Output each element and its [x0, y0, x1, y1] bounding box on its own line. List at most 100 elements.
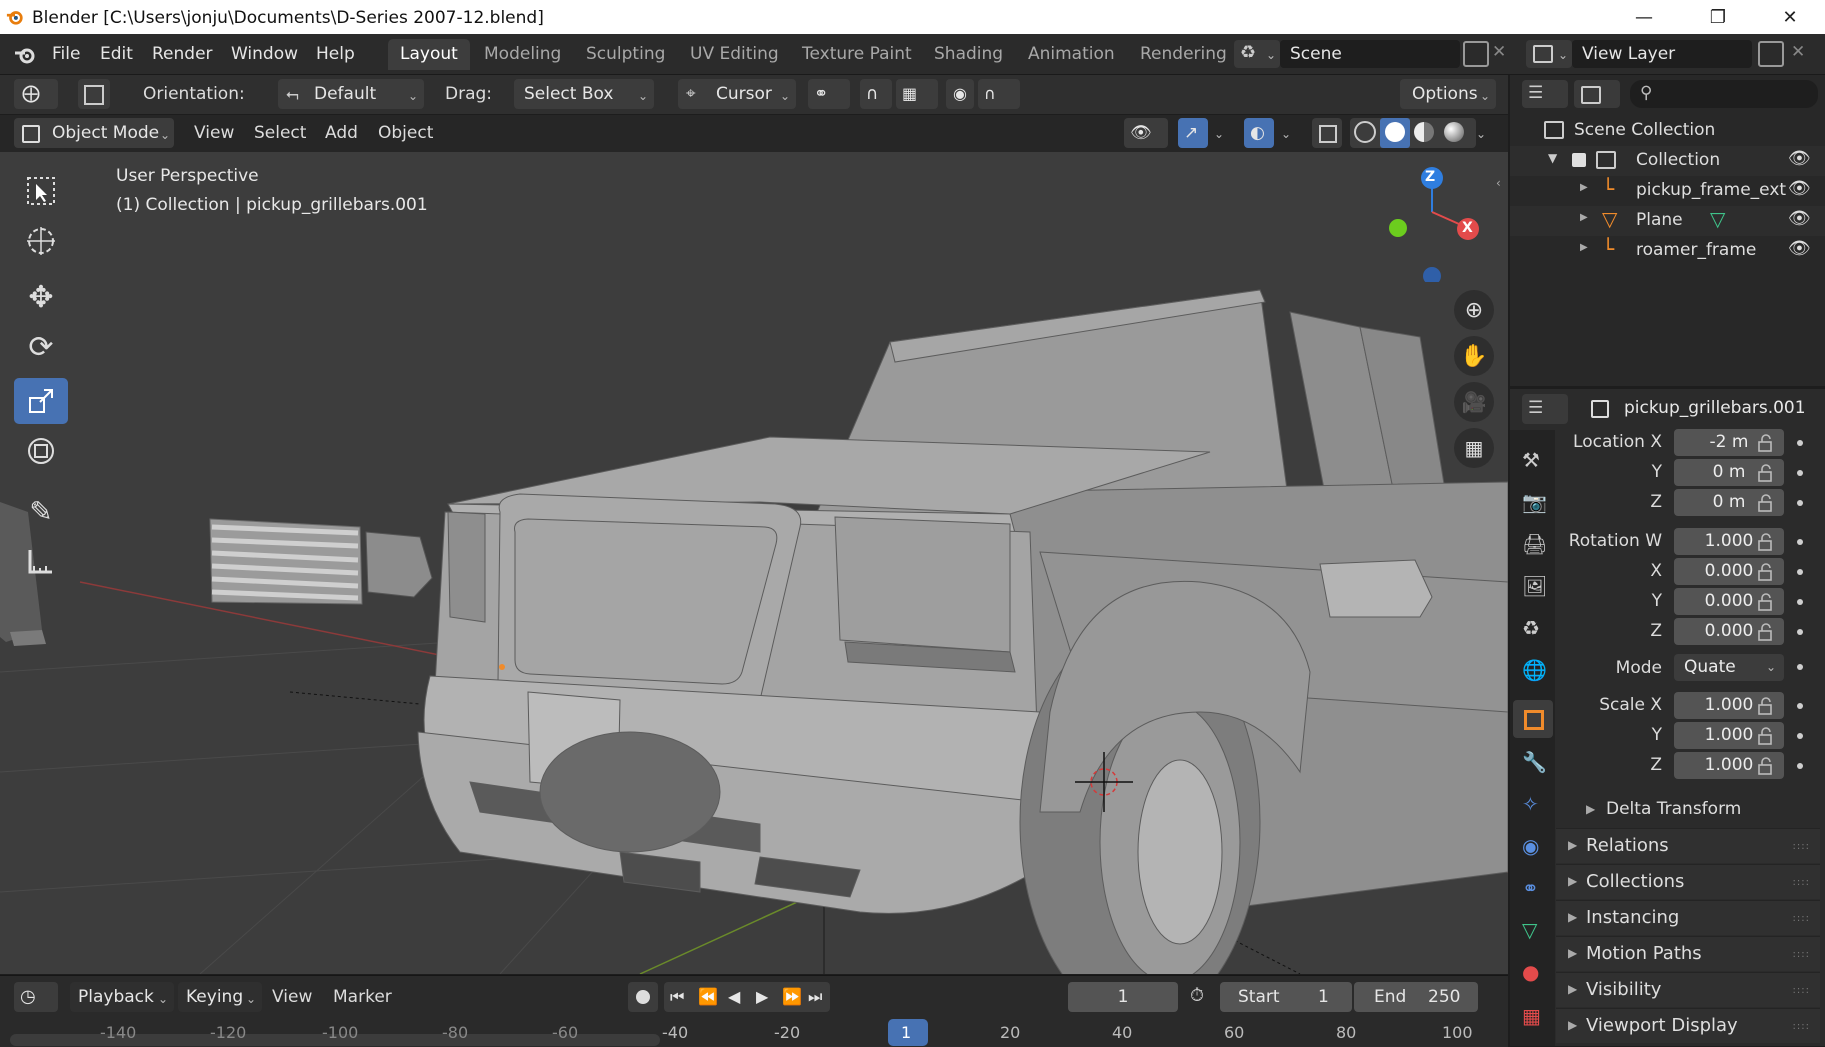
sidebar-toggle-icon[interactable]: ‹: [1496, 176, 1501, 190]
wireframe-shading-icon[interactable]: [1354, 121, 1376, 143]
panel-visibility[interactable]: ▶ Visibility::::: [1556, 972, 1820, 1007]
outliner-row-scene-collection[interactable]: Scene Collection: [1510, 116, 1825, 146]
tab-material-icon[interactable]: ●: [1522, 960, 1539, 984]
eye-icon[interactable]: 👁: [1788, 208, 1811, 229]
end-frame-field[interactable]: End 250: [1354, 982, 1478, 1012]
properties-editor-type[interactable]: ☰: [1522, 394, 1568, 424]
keying-dropdown[interactable]: Keying ⌄: [178, 982, 262, 1012]
proportional-edit-toggle[interactable]: ◉: [946, 79, 974, 109]
falloff-dropdown[interactable]: ∩: [978, 79, 1020, 109]
lock-icon[interactable]: [1756, 697, 1778, 715]
panel-instancing[interactable]: ▶ Instancing::::: [1556, 900, 1820, 935]
panel-delta-transform[interactable]: ▶ Delta Transform: [1572, 796, 1812, 824]
mesh-data-icon[interactable]: ▽: [1710, 207, 1725, 231]
drag-grip-icon[interactable]: ::::: [1793, 949, 1810, 960]
rotation-mode-dropdown[interactable]: Quate ⌄: [1674, 654, 1784, 681]
tab-uv-editing[interactable]: UV Editing: [678, 39, 791, 70]
scene-browse-button[interactable]: ♻ ⌄: [1234, 40, 1280, 68]
outliner-row-plane[interactable]: ▶ ▽ Plane ▽ 👁: [1510, 206, 1825, 236]
menu-object[interactable]: Object: [378, 123, 433, 143]
options-dropdown[interactable]: Options ⌄: [1400, 79, 1496, 109]
playback-controls[interactable]: ⏮ ⏪ ◀ ▶ ⏩ ⏭: [664, 982, 830, 1012]
tab-output-icon[interactable]: 🖨: [1522, 532, 1547, 556]
panel-collections[interactable]: ▶ Collections::::: [1556, 864, 1820, 899]
3d-viewport[interactable]: User Perspective (1) Collection | pickup…: [0, 152, 1508, 974]
tab-view-layer-icon[interactable]: 🖼: [1522, 574, 1547, 598]
keyframe-dot[interactable]: [1797, 500, 1803, 506]
minimize-button[interactable]: —: [1614, 0, 1674, 34]
shading-selector[interactable]: [1350, 118, 1476, 148]
lock-icon[interactable]: [1756, 434, 1778, 452]
mode-dropdown[interactable]: Object Mode ⌄: [14, 118, 174, 148]
lock-icon[interactable]: [1756, 494, 1778, 512]
gizmo-dropdown-icon[interactable]: ⌄: [1214, 127, 1224, 141]
delete-view-layer-icon[interactable]: ✕: [1791, 42, 1805, 62]
tab-world-icon[interactable]: 🌐: [1522, 658, 1547, 682]
tab-texture-paint[interactable]: Texture Paint: [790, 39, 924, 70]
playback-dropdown[interactable]: Playback ⌄: [70, 982, 174, 1012]
lock-icon[interactable]: [1756, 593, 1778, 611]
tab-rendering[interactable]: Rendering: [1128, 39, 1246, 70]
lock-icon[interactable]: [1756, 623, 1778, 641]
drag-grip-icon[interactable]: ::::: [1793, 913, 1810, 924]
ortho-toggle-button[interactable]: ▦: [1454, 428, 1494, 468]
tab-animation[interactable]: Animation: [1016, 39, 1127, 70]
tool-measure[interactable]: [14, 538, 68, 584]
tab-modeling[interactable]: Modeling: [472, 39, 573, 70]
menu-view[interactable]: View: [194, 123, 234, 143]
tab-constraints-icon[interactable]: ⚭: [1522, 876, 1539, 900]
play-icon[interactable]: ▶: [756, 982, 768, 1012]
tab-modifier-icon[interactable]: 🔧: [1522, 750, 1547, 774]
record-button[interactable]: [628, 982, 658, 1012]
checkbox-icon[interactable]: [1572, 153, 1586, 167]
prev-keyframe-icon[interactable]: ⏪: [698, 982, 718, 1012]
tab-object-active[interactable]: [1513, 700, 1553, 738]
delete-scene-icon[interactable]: ✕: [1492, 42, 1506, 62]
keyframe-dot[interactable]: [1797, 470, 1803, 476]
solid-shading-button[interactable]: [1380, 118, 1410, 148]
tool-move[interactable]: ✥: [14, 274, 68, 320]
eye-icon[interactable]: 👁: [1788, 148, 1811, 169]
keyframe-dot[interactable]: [1797, 539, 1803, 545]
lock-icon[interactable]: [1756, 533, 1778, 551]
keyframe-dot[interactable]: [1797, 599, 1803, 605]
menu-help[interactable]: Help: [316, 44, 355, 64]
keyframe-dot[interactable]: [1797, 664, 1803, 670]
next-keyframe-icon[interactable]: ⏩: [782, 982, 802, 1012]
blender-menu-icon[interactable]: [14, 44, 36, 66]
tab-layout[interactable]: Layout: [388, 39, 470, 70]
drag-grip-icon[interactable]: ::::: [1793, 841, 1810, 852]
tool-select-box[interactable]: [14, 168, 68, 214]
tab-physics-icon[interactable]: ◉: [1522, 834, 1539, 858]
overlay-dropdown-icon[interactable]: ⌄: [1281, 127, 1291, 141]
menu-render[interactable]: Render: [152, 44, 213, 64]
expand-arrow-icon[interactable]: ▼: [1548, 151, 1557, 165]
keyframe-dot[interactable]: [1797, 763, 1803, 769]
menu-select[interactable]: Select: [254, 123, 306, 143]
tab-tool-icon[interactable]: ⚒: [1522, 448, 1540, 472]
orientation-dropdown[interactable]: ⮢ Default ⌄: [278, 79, 424, 109]
menu-file[interactable]: File: [52, 44, 80, 64]
tab-particles-icon[interactable]: ✧: [1522, 792, 1539, 816]
tool-transform[interactable]: [14, 428, 68, 474]
stopwatch-icon[interactable]: ⏱: [1190, 985, 1204, 1006]
outliner-row-collection[interactable]: ▼ Collection 👁: [1510, 146, 1825, 176]
panel-motion-paths[interactable]: ▶ Motion Paths::::: [1556, 936, 1820, 971]
menu-add[interactable]: Add: [325, 123, 358, 143]
eye-icon[interactable]: 👁: [1788, 178, 1811, 199]
timeline-editor-type[interactable]: ◷: [14, 982, 58, 1012]
start-frame-field[interactable]: Start 1: [1220, 982, 1352, 1012]
close-window-button[interactable]: ✕: [1760, 0, 1820, 34]
menu-window[interactable]: Window: [231, 44, 298, 64]
shading-dropdown-icon[interactable]: ⌄: [1476, 127, 1486, 141]
visibility-dropdown[interactable]: 👁: [1124, 118, 1168, 148]
keyframe-dot[interactable]: [1797, 703, 1803, 709]
timeline-menu-view[interactable]: View: [272, 987, 312, 1007]
zoom-button[interactable]: ⊕: [1454, 290, 1494, 330]
snap-target-dropdown[interactable]: ▦: [896, 79, 938, 109]
jump-end-icon[interactable]: ⏭: [808, 982, 822, 1012]
drag-grip-icon[interactable]: ::::: [1793, 877, 1810, 888]
keyframe-dot[interactable]: [1797, 629, 1803, 635]
drag-grip-icon[interactable]: ::::: [1793, 985, 1810, 996]
active-tool-button[interactable]: [78, 79, 110, 109]
